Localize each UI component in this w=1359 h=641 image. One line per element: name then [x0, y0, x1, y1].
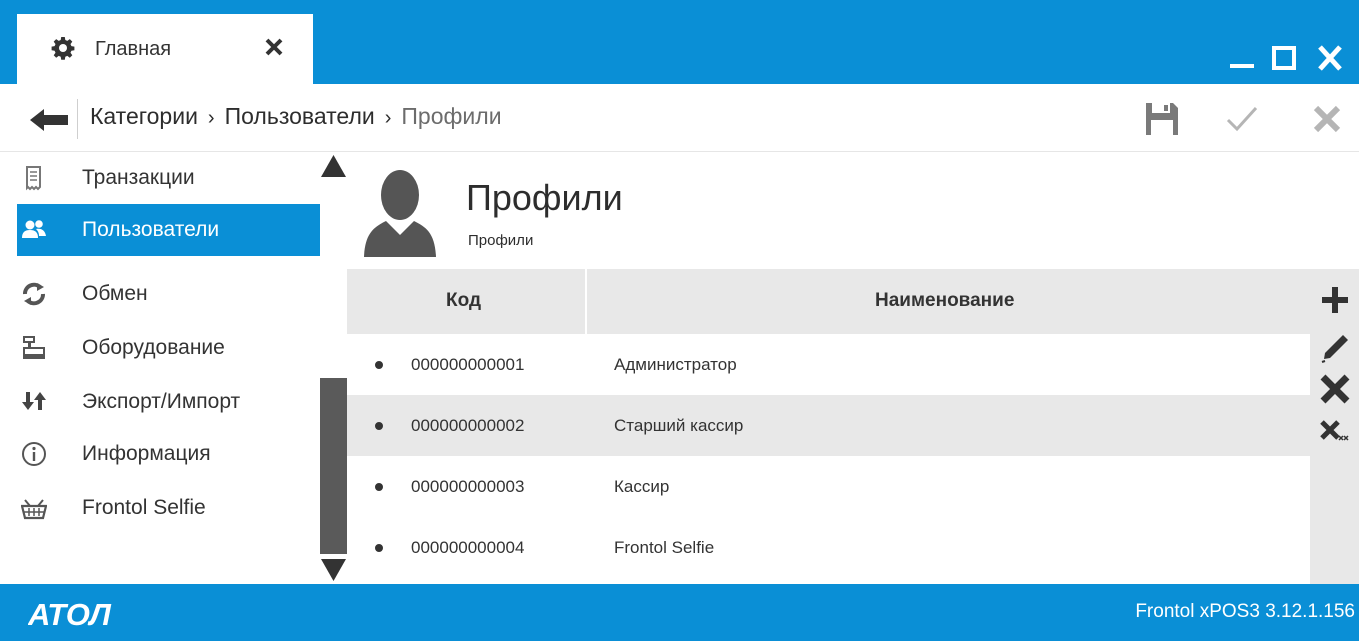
column-header-name[interactable]: Наименование: [875, 290, 1014, 312]
export-import-icon: [22, 392, 46, 410]
sidebar-item-information[interactable]: Информация: [17, 428, 320, 480]
table-row[interactable]: 000000000004 Frontol Selfie: [347, 517, 1310, 578]
receipt-icon: [26, 166, 41, 191]
brand-logo: АТОЛ: [28, 597, 111, 630]
edit-icon[interactable]: [1319, 332, 1351, 364]
title-bar: Главная: [0, 0, 1359, 84]
sidebar-item-label: Транзакции: [82, 166, 195, 189]
sidebar: Транзакции Пользователи Обмен Оборудован…: [17, 152, 347, 584]
breadcrumb-item-categories[interactable]: Категории: [90, 103, 198, 129]
breadcrumb-current: Профили: [401, 103, 502, 129]
breadcrumb-divider: [77, 99, 78, 139]
chevron-right-icon: ›: [384, 107, 392, 129]
row-bullet: [375, 361, 383, 369]
add-icon[interactable]: [1319, 284, 1351, 316]
minimize-icon[interactable]: [1227, 44, 1257, 72]
info-icon: [22, 442, 46, 466]
sidebar-item-export-import[interactable]: Экспорт/Импорт: [17, 376, 320, 428]
sidebar-item-label: Frontol Selfie: [82, 496, 206, 519]
table-row[interactable]: 000000000003 Кассир: [347, 456, 1310, 517]
basket-icon: [21, 499, 47, 520]
row-code: 000000000002: [411, 416, 525, 435]
scrollbar-thumb[interactable]: [320, 378, 347, 554]
main-content: Профили Профили Код Наименование 0000000…: [347, 152, 1359, 584]
delete-icon[interactable]: [1319, 373, 1351, 405]
svg-text:АТОЛ: АТОЛ: [28, 597, 111, 630]
back-arrow-icon[interactable]: [30, 108, 70, 132]
sync-icon: [23, 282, 45, 306]
row-bullet: [375, 544, 383, 552]
sidebar-item-label: Экспорт/Импорт: [82, 390, 241, 413]
row-code: 000000000004: [411, 538, 525, 557]
row-code: 000000000003: [411, 477, 525, 496]
column-divider: [585, 269, 587, 334]
sidebar-item-frontol-selfie[interactable]: Frontol Selfie: [17, 482, 320, 534]
sidebar-item-exchange[interactable]: Обмен: [17, 268, 320, 320]
breadcrumb-item-users[interactable]: Пользователи: [225, 103, 375, 129]
page-title: Профили: [466, 177, 623, 218]
check-icon[interactable]: [1225, 102, 1259, 136]
breadcrumb-bar: Категории › Пользователи › Профили: [0, 84, 1359, 152]
sidebar-item-transactions[interactable]: Транзакции: [17, 152, 320, 204]
app-version: Frontol xPOS3 3.12.1.156: [1135, 601, 1355, 622]
sidebar-item-label: Обмен: [82, 282, 148, 305]
column-header-code[interactable]: Код: [446, 290, 481, 312]
users-icon: [22, 220, 46, 238]
gear-icon: [51, 37, 75, 60]
maximize-icon[interactable]: [1269, 44, 1299, 72]
sidebar-item-label: Информация: [82, 442, 211, 465]
table-row[interactable]: 000000000002 Старший кассир: [347, 395, 1310, 456]
row-name: Кассир: [614, 477, 670, 496]
sidebar-item-equipment[interactable]: Оборудование: [17, 322, 320, 374]
chevron-right-icon: ›: [207, 107, 215, 129]
scroll-up-arrow-icon[interactable]: [320, 154, 347, 178]
row-name: Администратор: [614, 355, 737, 374]
row-name: Frontol Selfie: [614, 538, 715, 557]
row-name: Старший кассир: [614, 416, 744, 435]
status-bar: АТОЛ Frontol xPOS3 3.12.1.156: [0, 584, 1359, 641]
tab-main[interactable]: Главная: [17, 14, 313, 84]
scroll-down-arrow-icon[interactable]: [320, 558, 347, 582]
user-avatar-icon: [364, 170, 436, 257]
breadcrumb: Категории › Пользователи › Профили: [90, 103, 502, 130]
row-code: 000000000001: [411, 355, 525, 374]
sidebar-item-label: Пользователи: [82, 218, 220, 241]
close-icon[interactable]: [1315, 44, 1345, 72]
cancel-icon[interactable]: [1310, 102, 1344, 136]
page-subtitle: Профили: [468, 232, 534, 249]
close-tab-icon[interactable]: [265, 38, 283, 56]
row-actions-panel: [1310, 269, 1359, 584]
table-header: Код Наименование: [347, 269, 1310, 334]
row-bullet: [375, 483, 383, 491]
sidebar-item-label: Оборудование: [82, 336, 225, 359]
save-icon[interactable]: [1145, 102, 1179, 136]
window-controls: [1227, 44, 1353, 72]
sidebar-item-users[interactable]: Пользователи: [17, 204, 320, 256]
tab-title: Главная: [95, 38, 172, 60]
table-row[interactable]: 000000000001 Администратор: [347, 334, 1310, 395]
row-bullet: [375, 422, 383, 430]
delete-all-icon[interactable]: [1319, 415, 1351, 447]
cash-register-icon: [23, 336, 45, 359]
